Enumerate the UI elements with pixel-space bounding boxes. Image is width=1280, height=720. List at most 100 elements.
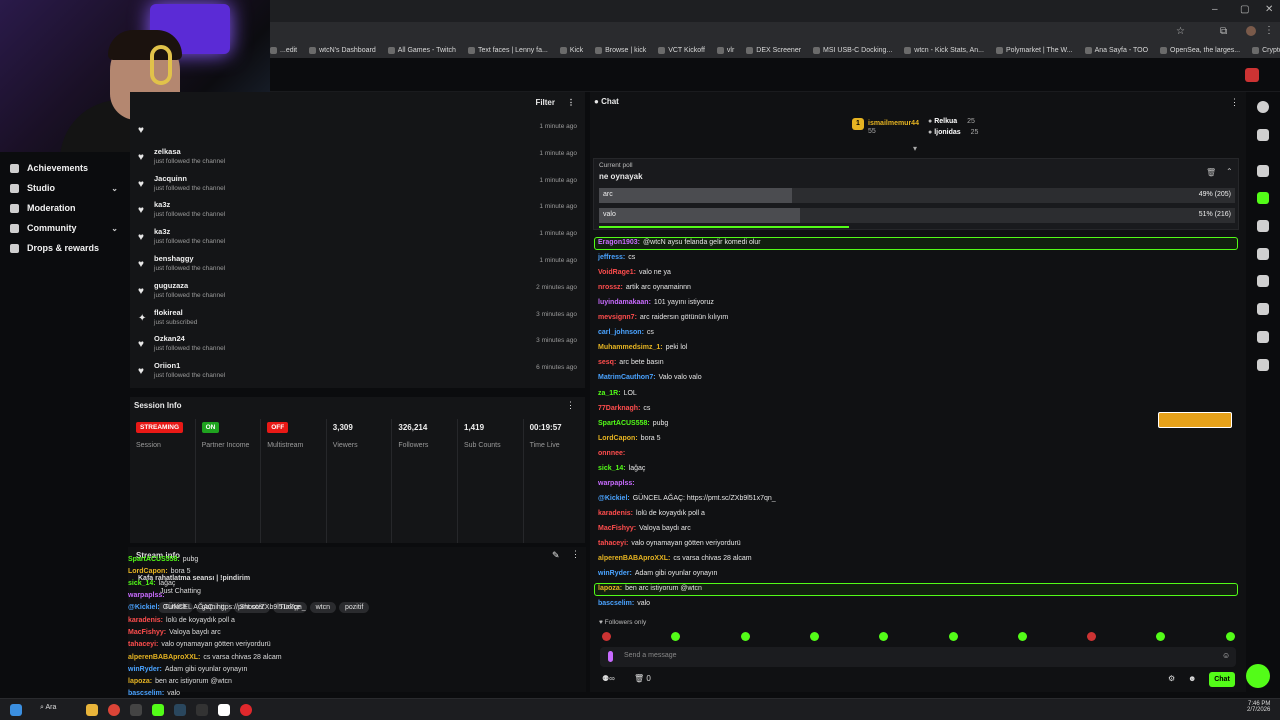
sidebar-item[interactable]: Drops & rewards: [0, 238, 128, 258]
kick-app-icon[interactable]: [152, 704, 164, 716]
chat-send-button[interactable]: Chat: [1209, 672, 1235, 687]
support-chat-icon[interactable]: [1246, 664, 1270, 688]
stream-info-menu-icon[interactable]: ⋮: [571, 549, 580, 560]
emote-icon[interactable]: [1225, 632, 1235, 641]
app-icon[interactable]: [130, 704, 142, 716]
mod-tool-badge[interactable]: [1158, 412, 1232, 428]
activity-username[interactable]: ka3z: [154, 227, 170, 236]
chat-users-icon[interactable]: ☻: [1188, 674, 1196, 683]
collapse-poll-icon[interactable]: ⌃: [1226, 167, 1233, 176]
sidebar-item[interactable]: Moderation: [0, 198, 128, 218]
top-gifter[interactable]: 1 ismailmemur44 55: [852, 118, 919, 135]
camera-icon[interactable]: [1257, 165, 1269, 177]
chat-username[interactable]: sesq:: [598, 359, 616, 366]
sidebar-item[interactable]: Achievements: [0, 158, 128, 178]
profile-avatar[interactable]: [1246, 26, 1256, 36]
bookmark-item[interactable]: wtcn - Kick Stats, An...: [904, 46, 984, 54]
bookmark-item[interactable]: Browse | kick: [595, 46, 646, 54]
chat-username[interactable]: nrossz:: [598, 284, 623, 291]
bookmark-item[interactable]: wtcN's Dashboard: [309, 46, 376, 54]
mic-icon[interactable]: [608, 651, 613, 662]
collapse-icon[interactable]: ▾: [913, 144, 917, 153]
chat-username[interactable]: mevsignn7:: [598, 314, 637, 321]
wrench-icon[interactable]: [1257, 331, 1269, 343]
taskbar-search[interactable]: ⌕ Ara: [40, 704, 56, 712]
bolt-icon[interactable]: [1257, 192, 1269, 204]
document-icon[interactable]: [1257, 220, 1269, 232]
chat-username[interactable]: winRyder:: [598, 570, 632, 577]
kick-logo-icon[interactable]: [1245, 68, 1259, 82]
bookmark-item[interactable]: Polymarket | The W...: [995, 46, 1073, 54]
link-icon[interactable]: [1257, 275, 1269, 287]
chat-username[interactable]: @Kickiel:: [598, 495, 630, 502]
emote-icon[interactable]: [740, 632, 750, 641]
info-icon[interactable]: [1257, 101, 1269, 113]
bookmark-item[interactable]: All Games - Twitch: [387, 46, 456, 54]
pencil-icon[interactable]: [1257, 129, 1269, 141]
emote-icon[interactable]: [671, 632, 681, 641]
bookmark-item[interactable]: vlr: [716, 46, 734, 54]
emote-icon[interactable]: [602, 632, 611, 641]
emote-icon[interactable]: [809, 632, 819, 641]
bookmark-item[interactable]: Text faces | Lenny fa...: [467, 46, 548, 54]
browser-menu-icon[interactable]: ⋮: [1264, 25, 1274, 36]
xbox-icon[interactable]: [196, 704, 208, 716]
emote-icon[interactable]: [948, 632, 958, 641]
file-explorer-icon[interactable]: [86, 704, 98, 716]
chat-username[interactable]: tahaceyi:: [598, 540, 628, 547]
chat-username[interactable]: sick_14:: [598, 465, 626, 472]
chat-username[interactable]: SpartACUS558:: [598, 420, 650, 427]
chat-menu-icon[interactable]: ⋮: [1230, 97, 1239, 108]
chat-username[interactable]: za_1R:: [598, 390, 621, 397]
tag-pill[interactable]: wtcn: [309, 602, 337, 613]
taskbar-clock[interactable]: 7:46 PM 2/7/2026: [1247, 701, 1270, 713]
chat-input[interactable]: Send a message ☺: [600, 647, 1236, 667]
bookmark-item[interactable]: VCT Kickoff: [658, 46, 705, 54]
edit-icon[interactable]: ✎: [552, 550, 560, 561]
poll-option[interactable]: valo 51% (216): [599, 208, 1235, 223]
chat-username[interactable]: bascselim:: [598, 600, 634, 607]
bookmark-item[interactable]: Kick: [559, 46, 583, 54]
extensions-icon[interactable]: ⧉: [1220, 26, 1227, 37]
bookmark-item[interactable]: DEX Screener: [746, 46, 801, 54]
chat-username[interactable]: alperenBABAproXXL:: [598, 555, 670, 562]
emote-icon[interactable]: [1156, 632, 1166, 641]
poll-option[interactable]: arc 49% (205): [599, 188, 1235, 203]
chat-username[interactable]: Muhammedsimz_1:: [598, 344, 663, 351]
minimize-icon[interactable]: –: [1212, 4, 1218, 15]
top-gifter[interactable]: ● Relkua 25: [928, 118, 975, 125]
activity-username[interactable]: Ozkan24: [154, 334, 185, 343]
close-icon[interactable]: ✕: [1265, 4, 1273, 15]
session-menu-icon[interactable]: ⋮: [566, 400, 575, 411]
steam-icon[interactable]: [174, 704, 186, 716]
filter-button[interactable]: Filter: [535, 98, 555, 107]
bookmark-item[interactable]: MSI USB-C Docking...: [813, 46, 892, 54]
chrome-icon[interactable]: [108, 704, 120, 716]
chat-username[interactable]: luyindamakaan:: [598, 299, 651, 306]
chat-username[interactable]: LordCapon:: [598, 435, 638, 442]
bookmark-item[interactable]: CryptoPanic - News...: [1252, 46, 1280, 54]
activity-username[interactable]: zelkasa: [154, 147, 181, 156]
maximize-icon[interactable]: ▢: [1240, 4, 1249, 15]
points-icon[interactable]: ⚉∞: [602, 674, 615, 683]
chevron-down-icon[interactable]: ⌄: [111, 184, 118, 193]
chat-settings-icon[interactable]: ⚙: [1168, 674, 1175, 683]
activity-username[interactable]: ka3z: [154, 200, 170, 209]
activity-username[interactable]: guguzaza: [154, 281, 188, 290]
bookmark-item[interactable]: ...edit: [270, 46, 297, 54]
emote-icon[interactable]: [1017, 632, 1027, 641]
top-gifter[interactable]: ● ljonidas 25: [928, 129, 978, 136]
chat-username[interactable]: MacFishyy:: [598, 525, 636, 532]
valorant-icon[interactable]: [240, 704, 252, 716]
chat-username[interactable]: warpaplss:: [598, 480, 635, 487]
sidebar-item[interactable]: Community ⌄: [0, 218, 128, 238]
users-icon[interactable]: [1257, 359, 1269, 371]
chat-username[interactable]: Eragon1903:: [598, 239, 640, 246]
windows-start-icon[interactable]: [10, 704, 22, 716]
printer-icon[interactable]: [1257, 303, 1269, 315]
tag-pill[interactable]: pozitif: [339, 602, 370, 613]
chat-bubble-icon[interactable]: [1257, 248, 1269, 260]
bookmark-star-icon[interactable]: ☆: [1176, 26, 1185, 37]
bookmark-item[interactable]: Ana Sayfa - TOO: [1084, 46, 1148, 54]
chat-username[interactable]: carl_johnson:: [598, 329, 644, 336]
